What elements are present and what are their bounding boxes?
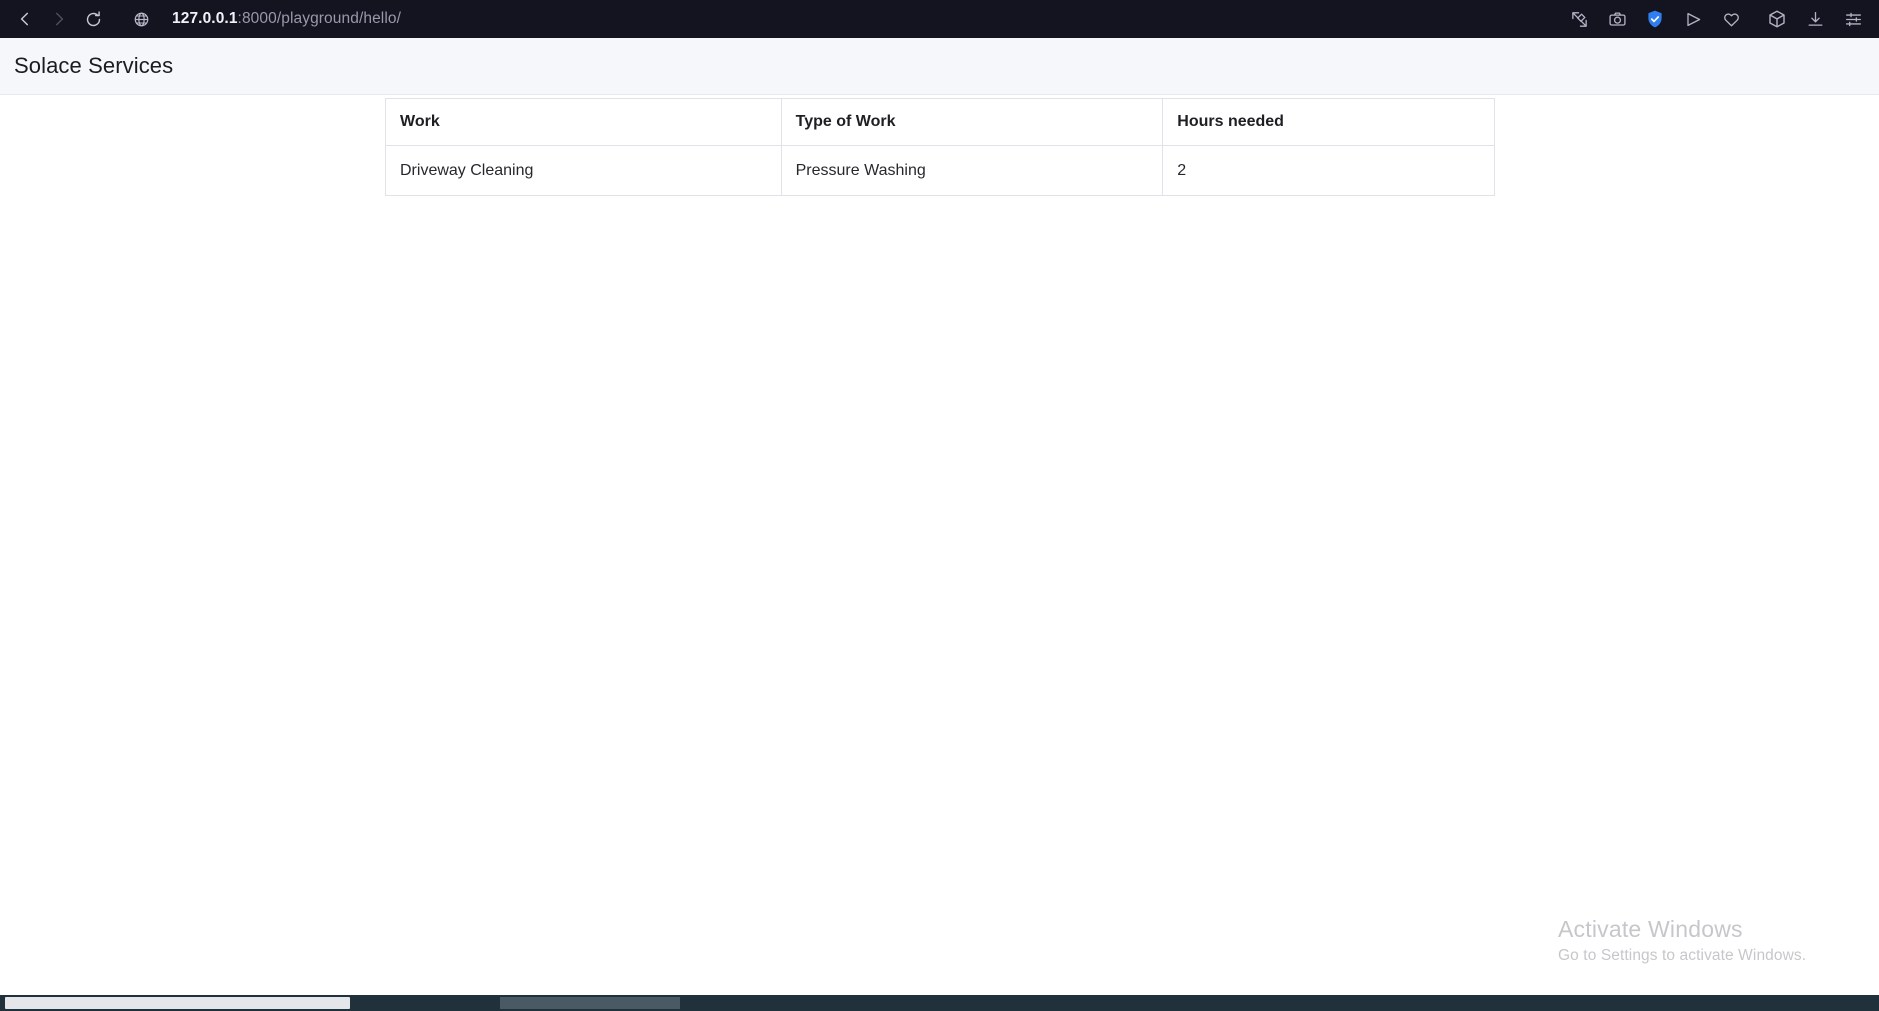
cell-work: Driveway Cleaning <box>385 145 782 196</box>
address-bar[interactable]: 127.0.0.1:8000/playground/hello/ <box>124 2 1565 36</box>
column-header-type-of-work: Type of Work <box>780 98 1164 146</box>
url-host: 127.0.0.1 <box>172 10 238 27</box>
scrollbar-track-marker <box>500 997 680 1009</box>
send-icon <box>1686 12 1700 26</box>
watermark-subtitle: Go to Settings to activate Windows. <box>1558 946 1807 964</box>
table-row: Driveway Cleaning Pressure Washing 2 <box>385 145 1495 196</box>
scrollbar-thumb[interactable] <box>5 997 350 1009</box>
page-content: Work Type of Work Hours needed Driveway … <box>0 95 1879 995</box>
shield-check-button[interactable] <box>1641 5 1669 33</box>
column-header-work: Work <box>385 98 782 146</box>
extension-toolbar <box>1565 5 1879 33</box>
page-header: Solace Services <box>0 38 1879 95</box>
download-icon <box>1808 11 1822 26</box>
cell-hours-needed: 2 <box>1162 145 1495 196</box>
settings-sliders-icon <box>1845 12 1861 26</box>
pin-edit-button[interactable] <box>1565 5 1593 33</box>
browser-menu-button[interactable] <box>1839 5 1867 33</box>
downloads-button[interactable] <box>1801 5 1829 33</box>
camera-button[interactable] <box>1603 5 1631 33</box>
url-path: :8000/playground/hello/ <box>237 10 401 27</box>
cell-type-of-work: Pressure Washing <box>780 145 1164 196</box>
browser-toolbar: 127.0.0.1:8000/playground/hello/ <box>0 0 1879 38</box>
forward-arrow-icon <box>55 12 64 26</box>
url-text[interactable]: 127.0.0.1:8000/playground/hello/ <box>172 10 401 28</box>
work-table: Work Type of Work Hours needed Driveway … <box>385 98 1495 196</box>
back-button[interactable] <box>8 2 42 36</box>
extensions-button[interactable] <box>1763 5 1791 33</box>
watermark-title: Activate Windows <box>1558 916 1743 942</box>
activate-windows-watermark: Activate Windows Go to Settings to activ… <box>1558 915 1858 965</box>
pin-edit-icon <box>1571 11 1587 27</box>
forward-button[interactable] <box>42 2 76 36</box>
horizontal-scrollbar[interactable] <box>0 995 1879 1011</box>
cube-icon <box>1769 10 1785 28</box>
table-head: Work Type of Work Hours needed <box>385 98 1495 146</box>
table-header-row: Work Type of Work Hours needed <box>385 98 1495 146</box>
globe-icon <box>134 12 148 26</box>
heart-icon <box>1723 12 1739 26</box>
site-info-button[interactable] <box>124 2 158 36</box>
camera-icon <box>1608 11 1626 26</box>
table-body: Driveway Cleaning Pressure Washing 2 <box>385 145 1495 196</box>
favorites-button[interactable] <box>1717 5 1745 33</box>
shield-check-icon <box>1648 10 1662 28</box>
send-button[interactable] <box>1679 5 1707 33</box>
reload-icon <box>86 10 100 26</box>
column-header-hours-needed: Hours needed <box>1162 98 1495 146</box>
back-arrow-icon <box>20 12 29 26</box>
browser-nav-group <box>0 2 110 36</box>
page-title: Solace Services <box>14 53 174 78</box>
reload-button[interactable] <box>76 2 110 36</box>
